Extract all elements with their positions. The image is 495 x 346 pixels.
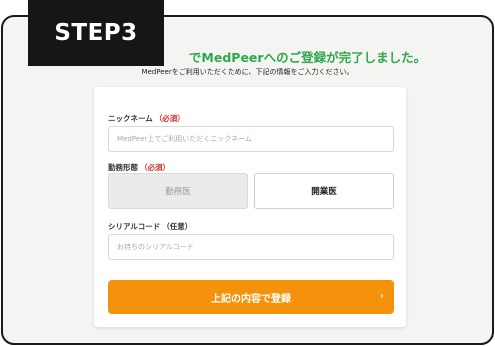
step-badge: STEP3 [28,0,164,66]
required-mark: （必須） [154,114,185,123]
serial-code-input[interactable]: お持ちのシリアルコード [108,234,394,260]
nickname-input[interactable]: MedPeer上でご利用いただくニックネーム [108,126,394,152]
submit-button-label: 上記の内容で登録 [211,293,291,305]
completion-subtitle: MedPeerをご利用いただくために、下記の情報をご入力ください。 [141,68,354,76]
work-type-option-practitioner[interactable]: 開業医 [254,173,394,209]
work-type-option-employed[interactable]: 勤務医 [108,173,248,209]
work-type-option-practitioner-label: 開業医 [311,187,337,197]
work-type-option-employed-label: 勤務医 [165,187,191,197]
nickname-placeholder: MedPeer上でご利用いただくニックネーム [117,135,253,143]
optional-mark: （任意） [162,222,193,231]
chevron-right-icon: › [379,289,384,302]
work-type-label: 勤務形態 （必須） [108,163,170,172]
required-mark: （必須） [140,163,170,172]
submit-button[interactable]: 上記の内容で登録 › [108,280,394,314]
serial-code-label: シリアルコード （任意） [108,222,193,231]
registration-form-card: ニックネーム （必須） MedPeer上でご利用いただくニックネーム 勤務形態 （必… [94,87,406,327]
nickname-label: ニックネーム （必須） [108,114,185,123]
serial-code-placeholder: お持ちのシリアルコード [117,243,194,251]
